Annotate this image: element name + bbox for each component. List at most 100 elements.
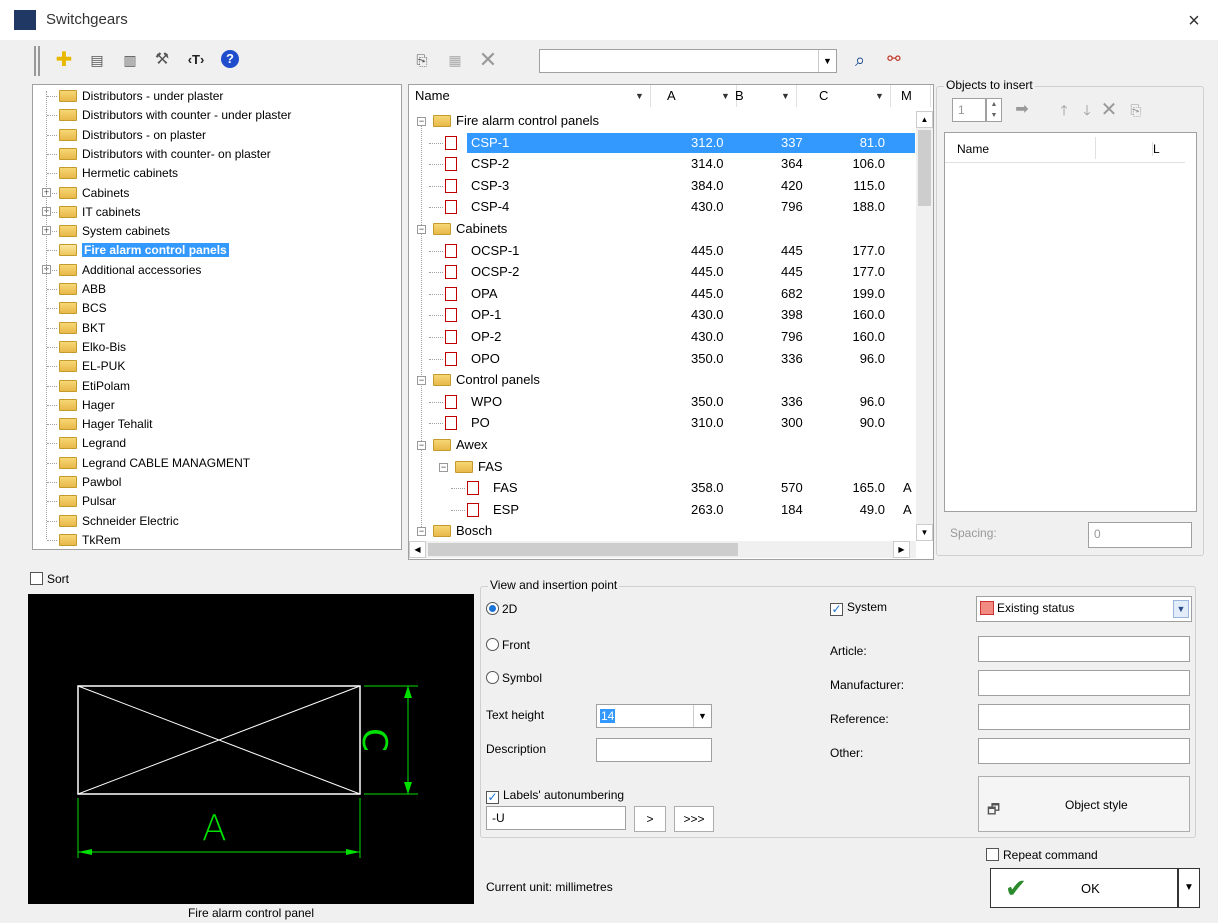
radio-symbol[interactable]: Symbol (486, 671, 542, 685)
table-row[interactable]: OP-1 430.0 398 160.0 (409, 305, 915, 325)
tools-icon[interactable]: ⚒ (150, 48, 174, 72)
tree-item[interactable]: BCS (59, 299, 107, 317)
group-row[interactable]: − FAS (409, 457, 915, 477)
product-grid[interactable]: Name ▼ A ▼ B ▼ C ▼ M − Fire alarm control panels… (408, 84, 934, 560)
help-icon[interactable]: ? (221, 50, 239, 68)
tree-item[interactable]: Legrand CABLE MANAGMENT (59, 454, 250, 472)
repeat-checkbox[interactable]: Repeat command (986, 848, 1098, 862)
manufacturer-field[interactable] (978, 670, 1190, 696)
radio-front-dot[interactable] (486, 638, 499, 651)
table-row[interactable]: CSP-4 430.0 796 188.0 (409, 197, 915, 217)
ok-button[interactable]: ✔ OK (990, 868, 1178, 908)
arrow-down-icon[interactable]: 🡓 (1075, 98, 1099, 122)
collapse-icon[interactable]: − (417, 225, 426, 234)
table-row[interactable]: OCSP-1 445.0 445 177.0 (409, 241, 915, 261)
status-combo[interactable]: Existing status ▼ (976, 596, 1192, 622)
table-row[interactable]: OPO 350.0 336 96.0 (409, 349, 915, 369)
tree-item[interactable]: Pulsar (59, 492, 116, 510)
collapse-icon[interactable]: − (417, 527, 426, 537)
tree-item[interactable]: BKT (59, 319, 105, 337)
chevron-down-icon[interactable]: ▼ (721, 91, 730, 101)
table-row[interactable]: WPO 350.0 336 96.0 (409, 392, 915, 412)
spacing-field[interactable]: 0 (1088, 522, 1192, 548)
col-header[interactable]: M (901, 85, 931, 107)
duplicate-icon[interactable]: ⎘ (1124, 98, 1148, 122)
table-row[interactable]: FAS 358.0 570 165.0 A (409, 478, 915, 498)
copy-icon[interactable]: ⎘ (410, 48, 434, 72)
radio-front[interactable]: Front (486, 638, 530, 652)
tree-item[interactable]: Hermetic cabinets (59, 164, 178, 182)
next-button[interactable]: > (634, 806, 666, 832)
count-spinner[interactable]: ▲ ▼ (986, 98, 1002, 122)
tree-item[interactable]: Additional accessories (59, 261, 201, 279)
tree-item[interactable]: Hager Tehalit (59, 415, 153, 433)
group-row[interactable]: − Awex (409, 435, 915, 455)
radio-2d[interactable]: 2D (486, 602, 517, 616)
table-icon[interactable]: ▦ (443, 48, 467, 72)
sort-check-box[interactable] (30, 572, 43, 585)
table-row[interactable]: CSP-3 384.0 420 115.0 (409, 176, 915, 196)
tree-item[interactable]: Distributors - on plaster (59, 126, 206, 144)
tree-item[interactable]: IT cabinets (59, 203, 140, 221)
tree-item[interactable]: Pawbol (59, 473, 121, 491)
ok-dropdown[interactable]: ▼ (1178, 868, 1200, 908)
tree-item[interactable]: Cabinets (59, 184, 129, 202)
list-icon[interactable]: ▤ (85, 48, 109, 72)
collapse-icon[interactable]: − (439, 462, 448, 472)
chevron-down-icon[interactable]: ▼ (693, 705, 711, 727)
tree-item[interactable]: Distributors with counter - under plaste… (59, 106, 291, 124)
grid-hscroll[interactable]: ◀ ▶ (409, 541, 916, 558)
chevron-down-icon[interactable]: ▼ (781, 91, 790, 101)
delete-icon[interactable]: ✕ (476, 48, 500, 72)
add-icon[interactable]: ✚ (52, 48, 76, 72)
collapse-icon[interactable]: − (417, 117, 426, 126)
tree-item[interactable]: Distributors with counter- on plaster (59, 145, 271, 163)
col-header[interactable]: Name (415, 85, 651, 107)
collapse-icon[interactable]: − (417, 441, 426, 450)
object-style-button[interactable]: 🗗 Object style (978, 776, 1190, 832)
tree-item[interactable]: EL-PUK (59, 357, 125, 375)
chevron-down-icon[interactable]: ▼ (635, 91, 644, 101)
tree-item[interactable]: ABB (59, 280, 106, 298)
arrow-up-icon[interactable]: 🡑 (1052, 98, 1076, 122)
repeat-check-box[interactable] (986, 848, 999, 861)
all-button[interactable]: >>> (674, 806, 714, 832)
binoculars-icon[interactable]: ⚯ (882, 48, 906, 72)
system-checkbox[interactable]: ✓ System (830, 600, 887, 616)
tree-item[interactable]: Fire alarm control panels (59, 241, 229, 259)
radio-2d-dot[interactable] (486, 602, 499, 615)
autonum-field[interactable]: -U (486, 806, 626, 830)
text-height-combo[interactable]: 14 ▼ (596, 704, 712, 728)
category-tree[interactable]: Distributors - under plaster Distributors… (32, 84, 402, 550)
tree-item[interactable]: TkRem (59, 531, 121, 549)
tree-item[interactable]: Elko-Bis (59, 338, 126, 356)
system-check-box[interactable]: ✓ (830, 603, 843, 616)
chevron-down-icon[interactable]: ▼ (1173, 600, 1189, 618)
text-tag-icon[interactable]: ‹T› (184, 48, 208, 72)
table-row[interactable]: OPA 445.0 682 199.0 (409, 284, 915, 304)
tree-item[interactable]: Hager (59, 396, 115, 414)
table-row[interactable]: OP-2 430.0 796 160.0 (409, 327, 915, 347)
group-row[interactable]: − Bosch (409, 521, 915, 541)
radio-symbol-dot[interactable] (486, 671, 499, 684)
tree-item[interactable]: EtiPolam (59, 377, 130, 395)
remove-icon[interactable]: ✕ (1097, 98, 1121, 122)
doc-icon[interactable]: ▥ (118, 48, 142, 72)
description-field[interactable] (596, 738, 712, 762)
insert-list[interactable]: Name L (944, 132, 1197, 512)
tree-item[interactable]: Distributors - under plaster (59, 87, 223, 105)
close-button[interactable]: × (1180, 8, 1208, 34)
tree-item[interactable]: System cabinets (59, 222, 170, 240)
tree-item[interactable]: Legrand (59, 434, 126, 452)
tree-item[interactable]: Schneider Electric (59, 512, 179, 530)
chevron-down-icon[interactable]: ▼ (875, 91, 884, 101)
autonum-check-box[interactable]: ✓ (486, 791, 499, 804)
sort-checkbox[interactable]: Sort (30, 572, 69, 586)
table-row[interactable]: OCSP-2 445.0 445 177.0 (409, 262, 915, 282)
search-icon[interactable]: ⌕ (848, 48, 872, 72)
search-combo[interactable]: ▼ (539, 49, 837, 73)
table-row[interactable]: CSP-1 312.0 337 81.0 (409, 132, 915, 153)
autonum-checkbox[interactable]: ✓ Labels' autonumbering (486, 788, 624, 804)
group-row[interactable]: − Cabinets (409, 219, 915, 239)
grid-vscroll[interactable]: ▲ ▼ (916, 111, 933, 541)
